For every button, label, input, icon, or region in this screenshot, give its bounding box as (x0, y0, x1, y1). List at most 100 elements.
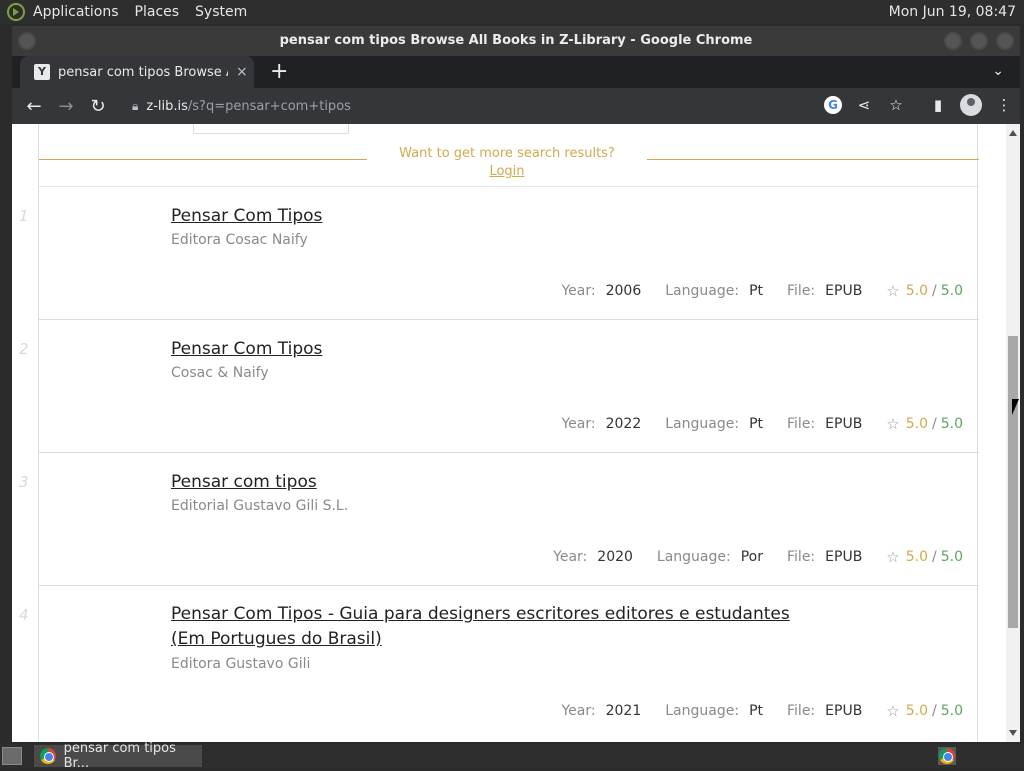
distro-logo-icon[interactable] (7, 3, 25, 21)
login-link[interactable]: Login (367, 164, 647, 179)
rating-interest: 5.0 (905, 703, 929, 719)
clock[interactable]: Mon Jun 19, 08:47 (889, 4, 1016, 20)
promo-text: Want to get more search results? (399, 146, 615, 161)
results-card: Want to get more search results? Login 1… (19, 124, 979, 742)
taskbar-item-label: pensar com tipos Br... (63, 741, 176, 771)
star-icon: ☆ (886, 702, 900, 720)
menu-system[interactable]: System (195, 4, 247, 20)
language-value: Pt (749, 703, 763, 719)
result-publisher[interactable]: Cosac & Naify (171, 365, 269, 381)
result-title-link[interactable]: Pensar Com Tipos - Guia para designers e… (171, 602, 811, 652)
file-label: File: (787, 549, 816, 565)
chrome-icon (40, 748, 56, 764)
chrome-icon (939, 748, 955, 764)
window-controls (944, 32, 1014, 50)
rating-quality: 5.0 (940, 416, 963, 432)
result-title-link[interactable]: Pensar com tipos (171, 470, 811, 495)
google-lens-icon[interactable]: G (824, 96, 842, 114)
year-value: 2022 (605, 416, 642, 432)
result-number: 2 (19, 340, 29, 358)
tray-chrome-icon[interactable] (938, 747, 956, 765)
language-value: Pt (749, 283, 763, 299)
rating-quality: 5.0 (940, 283, 963, 299)
tab-title: pensar com tipos Browse All B (58, 64, 228, 80)
scrollbar-thumb[interactable] (1008, 336, 1018, 628)
result-title-link[interactable]: Pensar Com Tipos (171, 204, 811, 229)
maximize-button[interactable] (970, 32, 988, 50)
result-meta: Year: 2021 Language: Pt File: EPUB ☆ 5.0… (561, 702, 963, 720)
scroll-up-arrow-icon[interactable] (1009, 130, 1017, 136)
file-value: EPUB (825, 549, 863, 565)
promo-banner: Want to get more search results? Login (367, 146, 647, 179)
result-publisher[interactable]: Editorial Gustavo Gili S.L. (171, 498, 348, 514)
rating-interest: 5.0 (905, 549, 929, 565)
url-host: z-lib.is (146, 98, 188, 114)
result-item: 4 Pensar Com Tipos - Guia para designers… (19, 586, 979, 742)
tab-search-chevron-icon[interactable]: ⌄ (992, 63, 1004, 79)
year-label: Year: (553, 549, 588, 565)
language-label: Language: (656, 549, 731, 565)
scroll-down-arrow-icon[interactable] (1009, 730, 1017, 736)
result-number: 3 (19, 473, 29, 491)
taskbar-chrome-window[interactable]: pensar com tipos Br... (34, 741, 202, 771)
star-icon: ☆ (886, 415, 900, 433)
zlib-favicon-icon: Y (34, 64, 50, 80)
reload-button[interactable]: ↻ (82, 96, 114, 117)
window-menu-button[interactable] (18, 32, 36, 50)
browser-window: pensar com tipos Browse All Books in Z-L… (12, 26, 1020, 742)
close-window-button[interactable] (996, 32, 1014, 50)
minimize-button[interactable] (944, 32, 962, 50)
result-meta: Year: 2006 Language: Pt File: EPUB ☆ 5.0… (561, 282, 963, 300)
results-tab-edge (193, 124, 349, 134)
window-title: pensar com tipos Browse All Books in Z-L… (279, 33, 753, 48)
side-panel-icon[interactable]: ▮ (928, 96, 948, 114)
rating-quality: 5.0 (940, 703, 963, 719)
back-button[interactable]: ← (18, 96, 50, 117)
language-value: Pt (749, 416, 763, 432)
result-item: 3 Pensar com tipos Editorial Gustavo Gil… (19, 453, 979, 586)
rating-separator: / (932, 416, 937, 432)
result-publisher[interactable]: Editora Cosac Naify (171, 232, 308, 248)
page-viewport: Want to get more search results? Login 1… (12, 124, 1020, 742)
result-meta: Year: 2022 Language: Pt File: EPUB ☆ 5.0… (561, 415, 963, 433)
result-number: 1 (19, 207, 29, 225)
bottom-taskbar: pensar com tipos Br... (0, 741, 1024, 771)
lock-icon[interactable]: 🔒︎ (132, 99, 138, 114)
bookmark-star-icon[interactable]: ☆ (886, 96, 906, 114)
year-value: 2021 (605, 703, 642, 719)
tab-active[interactable]: Y pensar com tipos Browse All B × (20, 56, 254, 88)
year-label: Year: (561, 703, 596, 719)
show-desktop-icon[interactable] (2, 747, 22, 765)
forward-button[interactable]: → (50, 96, 82, 117)
page-scrollbar[interactable] (1006, 124, 1020, 742)
mouse-cursor-icon (1012, 399, 1019, 415)
year-label: Year: (561, 416, 596, 432)
window-titlebar[interactable]: pensar com tipos Browse All Books in Z-L… (12, 26, 1020, 56)
profile-avatar[interactable] (960, 94, 982, 116)
file-label: File: (787, 283, 816, 299)
year-value: 2006 (605, 283, 642, 299)
year-label: Year: (561, 283, 596, 299)
share-icon[interactable]: ⋖ (854, 96, 874, 114)
year-value: 2020 (597, 549, 633, 565)
result-title-link[interactable]: Pensar Com Tipos (171, 337, 811, 362)
address-bar[interactable]: 🔒︎ z-lib.is /s?q=pensar+com+tipos G ⋖ ☆ (124, 92, 906, 120)
url-path: /s?q=pensar+com+tipos (187, 98, 351, 114)
tab-strip: Y pensar com tipos Browse All B × + ⌄ (12, 56, 1020, 88)
result-item: 2 Pensar Com Tipos Cosac & Naify Year: 2… (19, 320, 979, 453)
rating-separator: / (932, 283, 937, 299)
menu-places[interactable]: Places (135, 4, 180, 20)
top-panel: Applications Places System Mon Jun 19, 0… (0, 0, 1024, 24)
result-publisher[interactable]: Editora Gustavo Gili (171, 656, 310, 672)
menu-applications[interactable]: Applications (33, 4, 119, 20)
file-label: File: (787, 416, 816, 432)
new-tab-button[interactable]: + (270, 60, 288, 84)
toolbar-right: ▮ ⋮ (928, 94, 1014, 116)
tab-close-icon[interactable]: × (236, 64, 248, 80)
file-value: EPUB (825, 283, 863, 299)
language-label: Language: (665, 416, 740, 432)
kebab-menu-icon[interactable]: ⋮ (994, 96, 1014, 114)
result-meta: Year: 2020 Language: Por File: EPUB ☆ 5.… (553, 548, 963, 566)
language-label: Language: (665, 703, 740, 719)
language-label: Language: (665, 283, 740, 299)
